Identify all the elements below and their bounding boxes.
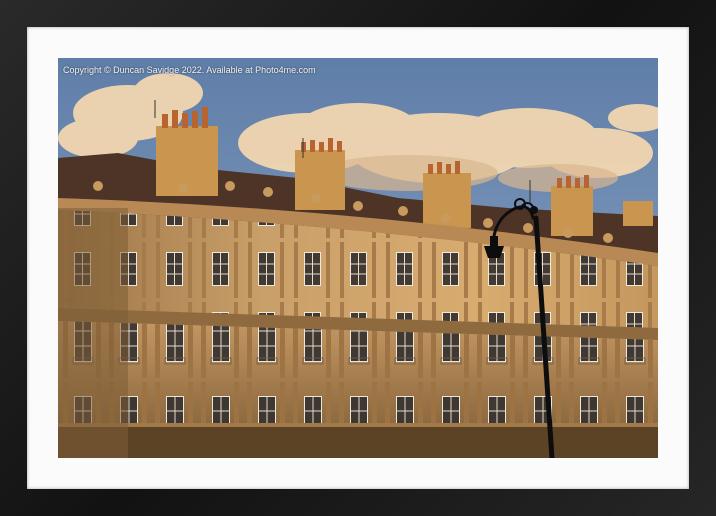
photo-bath-circus-buildings: Copyright © Duncan Savidge 2022. Availab… bbox=[58, 58, 658, 458]
left-corner bbox=[58, 208, 128, 458]
copyright-watermark: Copyright © Duncan Savidge 2022. Availab… bbox=[63, 65, 316, 75]
